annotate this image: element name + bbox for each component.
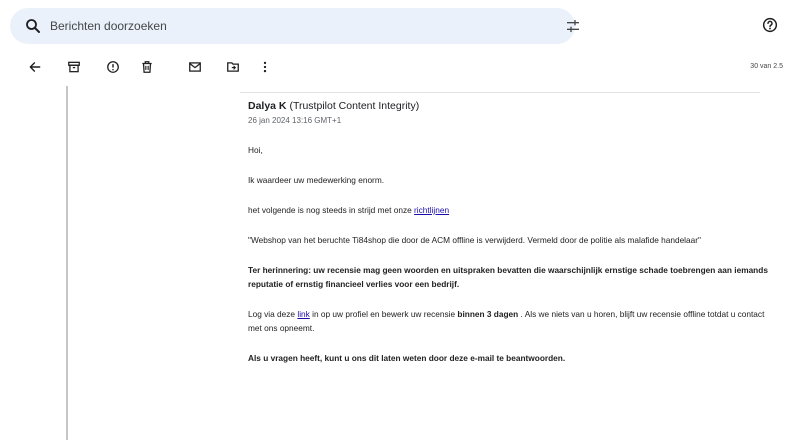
sender-organization: (Trustpilot Content Integrity) [289,100,420,112]
message-toolbar: 30 van 2.5 [0,52,787,82]
body-paragraph: Log via deze link in op uw profiel en be… [248,307,768,335]
message-divider [240,92,760,93]
pager-count: 30 van 2.5 [750,63,783,70]
mark-unread-icon[interactable] [186,58,204,76]
login-link[interactable]: link [297,309,309,319]
help-icon[interactable] [762,17,778,33]
reminder-text: Ter herinnering: uw recensie mag geen wo… [248,265,768,289]
body-paragraph: Ter herinnering: uw recensie mag geen wo… [248,263,768,291]
sender-name: Dalya K [248,100,287,112]
search-icon[interactable] [24,17,42,35]
message-timestamp: 26 jan 2024 13:16 GMT+1 [248,116,342,125]
quoted-review: "Webshop van het beruchte Ti84shop die d… [248,235,701,245]
paragraph-text: Log via deze [248,309,298,319]
search-input[interactable] [50,15,490,37]
delete-icon[interactable] [138,58,156,76]
email-message: Dalya K (Trustpilot Content Integrity) 2… [248,100,768,381]
back-arrow-icon[interactable] [26,58,44,76]
body-paragraph: het volgende is nog steeds in strijd met… [248,203,768,217]
search-options-icon[interactable] [565,18,581,34]
deadline-text: binnen 3 dagen [457,309,519,319]
paragraph-text: in op uw profiel en bewerk uw recensie [309,309,458,319]
paragraph-text: het volgende is nog steeds in strijd met… [248,205,415,215]
more-options-icon[interactable] [256,58,274,76]
archive-icon[interactable] [65,58,83,76]
closing-text: Als u vragen heeft, kunt u ons dit laten… [248,353,566,363]
body-paragraph: Als u vragen heeft, kunt u ons dit laten… [248,351,768,365]
move-to-folder-icon[interactable] [224,58,242,76]
thread-rail [66,86,68,440]
greeting: Hoi, [248,145,263,155]
report-spam-icon[interactable] [104,58,122,76]
body-paragraph: Ik waardeer uw medewerking enorm. [248,175,385,185]
message-body: Hoi, Ik waardeer uw medewerking enorm. h… [248,143,768,365]
search-bar[interactable] [10,8,579,44]
guidelines-link[interactable]: richtlijnen [414,205,449,215]
sender-line[interactable]: Dalya K (Trustpilot Content Integrity) [248,100,768,112]
